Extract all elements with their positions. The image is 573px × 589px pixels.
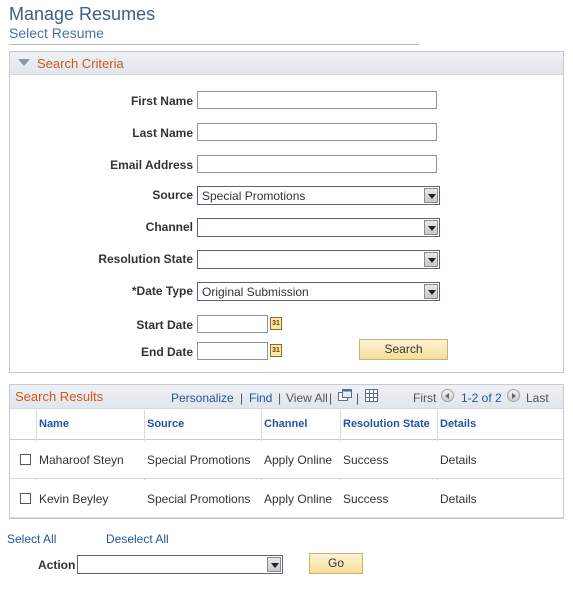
column-header-details[interactable]: Details	[440, 418, 476, 430]
deselect-all-link[interactable]: Deselect All	[106, 532, 169, 546]
search-criteria-panel: Search Criteria First Name Last Name Ema…	[9, 51, 564, 373]
new-window-icon[interactable]	[338, 389, 352, 402]
email-address-field[interactable]	[197, 155, 437, 173]
search-results-header: Search Results Personalize | Find | View…	[10, 385, 563, 409]
channel-select[interactable]	[197, 218, 440, 237]
result-details-link[interactable]: Details	[440, 453, 477, 467]
action-label: Action	[38, 558, 76, 572]
search-results-grid: Search Results Personalize | Find | View…	[9, 384, 564, 519]
column-header-name[interactable]: Name	[39, 418, 69, 430]
separator: |	[278, 391, 282, 405]
select-all-link[interactable]: Select All	[7, 532, 56, 546]
page-range: 1-2 of 2	[461, 391, 502, 405]
resolution-state-select[interactable]	[197, 250, 440, 269]
result-details-link[interactable]: Details	[440, 492, 477, 506]
source-select[interactable]: Special Promotions	[197, 186, 440, 205]
row-select-checkbox[interactable]	[20, 493, 31, 504]
resolution-state-label: Resolution State	[98, 252, 193, 266]
first-label: First	[413, 391, 437, 405]
column-header-channel[interactable]: Channel	[264, 418, 307, 430]
page-title: Manage Resumes	[9, 4, 156, 24]
result-resolution-state: Success	[343, 453, 389, 467]
dropdown-arrow-icon[interactable]	[424, 252, 438, 267]
date-type-select[interactable]: Original Submission	[197, 282, 440, 301]
view-all-link[interactable]: View All	[286, 391, 328, 405]
search-results-title: Search Results	[15, 389, 104, 404]
action-select[interactable]	[77, 555, 283, 574]
dropdown-arrow-icon[interactable]	[424, 188, 438, 203]
search-criteria-header[interactable]: Search Criteria	[10, 52, 563, 75]
result-source: Special Promotions	[147, 453, 251, 467]
result-resolution-state: Success	[343, 492, 389, 506]
result-channel: Apply Online	[264, 492, 333, 506]
calendar-icon[interactable]: 31	[270, 317, 282, 330]
results-column-headers: Name Source Channel Resolution State Det…	[10, 410, 563, 440]
calendar-icon[interactable]: 31	[270, 344, 282, 357]
end-date-field[interactable]	[197, 342, 268, 360]
source-select-value: Special Promotions	[202, 189, 306, 203]
dropdown-arrow-icon[interactable]	[424, 284, 438, 299]
channel-label: Channel	[145, 220, 193, 234]
column-header-resolution-state[interactable]: Resolution State	[343, 418, 430, 430]
separator: |	[240, 391, 244, 405]
result-channel: Apply Online	[264, 453, 333, 467]
page-subtitle: Select Resume	[9, 25, 104, 41]
separator: |	[329, 391, 333, 405]
source-label: Source	[152, 188, 193, 202]
last-label: Last	[526, 391, 549, 405]
table-row: Kevin Beyley Special Promotions Apply On…	[10, 480, 563, 518]
end-date-label: End Date	[140, 345, 193, 359]
search-button[interactable]: Search	[359, 339, 448, 360]
next-icon[interactable]	[507, 389, 520, 402]
email-address-label: Email Address	[110, 158, 193, 172]
previous-icon[interactable]	[441, 389, 454, 402]
collapse-arrow-icon[interactable]	[18, 59, 30, 66]
result-source: Special Promotions	[147, 492, 251, 506]
start-date-label: Start Date	[136, 318, 193, 332]
go-button[interactable]: Go	[309, 553, 363, 574]
search-criteria-title: Search Criteria	[37, 56, 124, 71]
start-date-field[interactable]	[197, 315, 268, 333]
title-divider	[9, 44, 419, 45]
row-select-checkbox[interactable]	[20, 454, 31, 465]
date-type-label: *Date Type	[131, 284, 193, 298]
first-name-label: First Name	[130, 94, 193, 108]
separator: |	[356, 391, 360, 405]
result-name-link[interactable]: Maharoof Steyn	[39, 453, 124, 467]
date-type-select-value: Original Submission	[202, 285, 309, 299]
dropdown-arrow-icon[interactable]	[267, 557, 281, 572]
personalize-link[interactable]: Personalize	[171, 391, 234, 405]
table-row: Maharoof Steyn Special Promotions Apply …	[10, 441, 563, 479]
find-link[interactable]: Find	[249, 391, 272, 405]
last-name-field[interactable]	[197, 123, 437, 141]
first-name-field[interactable]	[197, 91, 437, 109]
last-name-label: Last Name	[132, 126, 193, 140]
result-name-link[interactable]: Kevin Beyley	[39, 492, 108, 506]
dropdown-arrow-icon[interactable]	[424, 220, 438, 235]
column-header-source[interactable]: Source	[147, 418, 184, 430]
grid-download-icon[interactable]	[365, 389, 378, 402]
